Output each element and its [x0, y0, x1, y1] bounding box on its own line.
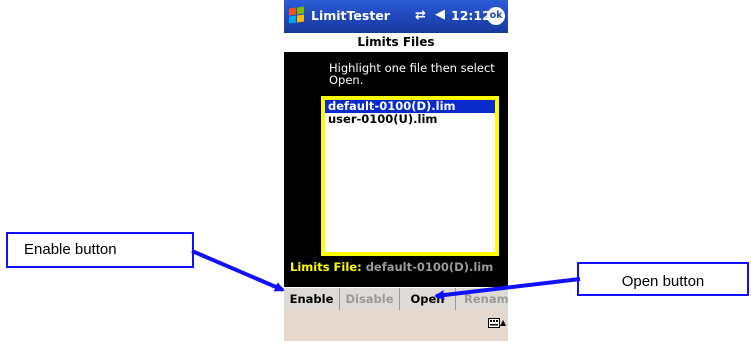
enable-arrow	[191, 249, 285, 292]
callout-arrows	[191, 249, 581, 301]
open-arrow	[434, 277, 581, 301]
